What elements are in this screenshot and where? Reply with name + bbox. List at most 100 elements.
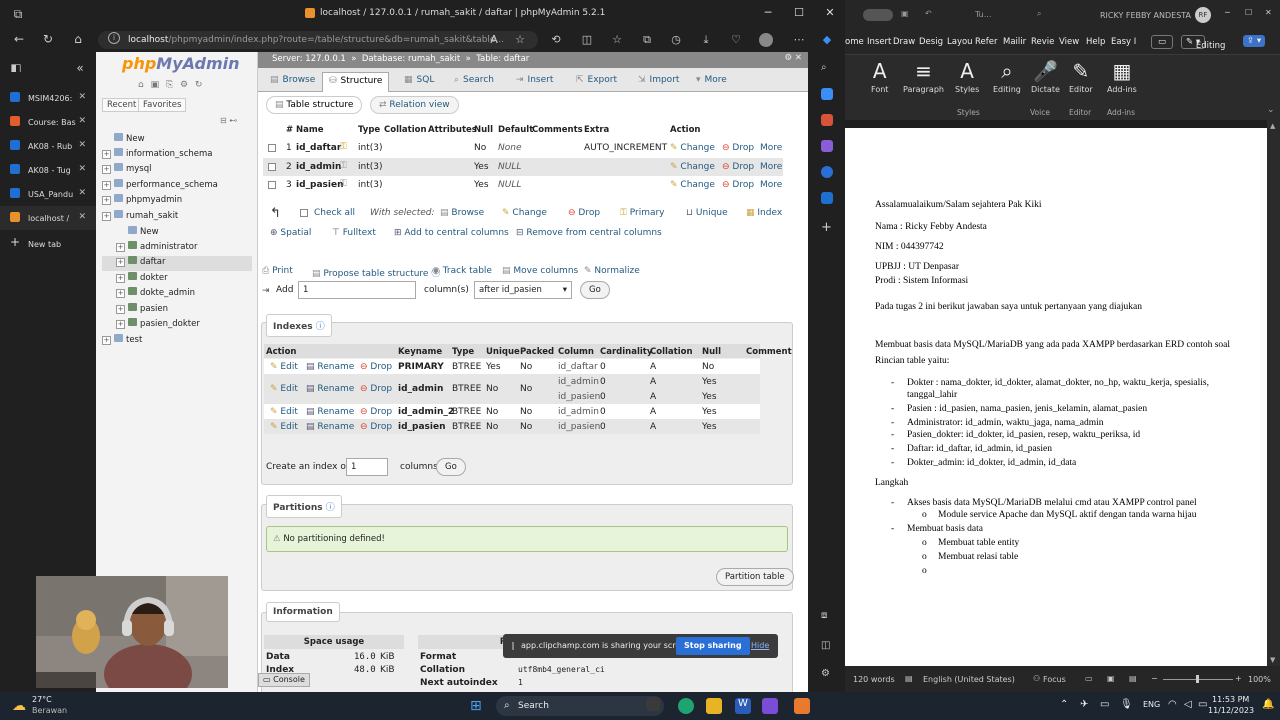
extensions-icon[interactable]: ⟲ [549, 33, 563, 47]
expand-icon[interactable]: + [116, 320, 125, 329]
menu-6[interactable]: Mailir [1003, 37, 1026, 47]
weather-icon[interactable]: ☁ [12, 698, 26, 714]
microphone-icon[interactable]: 🎙 [1120, 699, 1133, 710]
clock-time[interactable]: 11:53 PM [1212, 695, 1249, 704]
add-columns-count[interactable]: 1 [298, 281, 416, 299]
browser-tab[interactable]: Course: Bas ✕ [0, 110, 96, 134]
tray-network-icon[interactable]: ▭ [1100, 699, 1109, 710]
settings-gear-icon[interactable]: ⚙ ✕ [785, 53, 802, 63]
close-tab-icon[interactable]: ✕ [78, 116, 86, 126]
tree-item-information-schema[interactable]: + information_schema [102, 147, 252, 163]
history-icon[interactable]: ◷ [669, 33, 683, 47]
bulk-action-2[interactable]: ⊖ Drop [568, 208, 600, 218]
task-view-icon[interactable] [646, 697, 660, 711]
favorites-icon[interactable]: ☆ [610, 33, 624, 47]
edge-taskbar-icon[interactable] [678, 698, 694, 714]
bulk-action-5[interactable]: ▦ Index [746, 208, 782, 218]
tab-search[interactable]: ⌕ Search [448, 72, 500, 92]
expand-icon[interactable]: + [116, 304, 125, 314]
expand-icon[interactable]: + [102, 165, 111, 174]
menu-8[interactable]: View [1059, 37, 1079, 47]
close-tab-icon[interactable]: ✕ [78, 212, 86, 222]
refresh-icon[interactable]: ↻ [40, 32, 56, 46]
nav-tab-favorites[interactable]: Favorites [138, 98, 187, 112]
notifications-icon[interactable]: 🔔 [1262, 699, 1274, 710]
rename-index-link[interactable]: ▤ Rename [306, 422, 354, 432]
help-icon[interactable]: ⓘ [316, 322, 325, 332]
pma-logo[interactable]: phpMyAdmin [122, 54, 240, 73]
expand-icon[interactable] [116, 225, 125, 234]
add-sidebar-icon[interactable]: + [821, 220, 833, 235]
menu-0[interactable]: ome [845, 37, 864, 47]
screenshot-icon[interactable]: ⧈ [821, 610, 833, 622]
taskbar-search[interactable]: ⌕ Search [496, 696, 664, 716]
edit-index-link[interactable]: ✎ Edit [270, 362, 298, 372]
ribbon-font[interactable]: A Font [871, 59, 888, 94]
collapse-all-icon[interactable]: ⊟ ⊷ [220, 116, 237, 125]
close-tab-icon[interactable]: ✕ [78, 188, 86, 198]
help-icon[interactable]: ⓘ [326, 503, 335, 513]
bulk-action-3[interactable]: ⚿ Primary [620, 208, 665, 218]
menu-10[interactable]: Easy I [1111, 37, 1136, 47]
maximize-icon[interactable]: ☐ [789, 6, 809, 19]
save-icon[interactable]: ▣ [901, 9, 909, 18]
tree-item-performance-schema[interactable]: + performance_schema [102, 178, 252, 194]
more-link[interactable]: More [760, 180, 782, 190]
back-icon[interactable]: ← [11, 32, 27, 46]
doc-title-hint[interactable]: Tu... [975, 10, 991, 19]
tab-structure[interactable]: ⛁ Structure [322, 72, 390, 92]
account-name[interactable]: RICKY FEBBY ANDESTA [1100, 11, 1191, 20]
edit-index-link[interactable]: ✎ Edit [270, 384, 298, 394]
minimize-icon[interactable]: ─ [1225, 8, 1230, 17]
stop-sharing-button[interactable]: Stop sharing [676, 637, 750, 655]
tab-export[interactable]: ⇱ Export [570, 72, 623, 92]
workspace-icon[interactable]: ⧉ [10, 7, 26, 22]
copilot-icon[interactable]: ◆ [820, 33, 834, 47]
tab-actions-icon[interactable]: ◧ [8, 61, 24, 72]
close-icon[interactable]: ✕ [820, 6, 840, 19]
tool-1[interactable]: ▤ Propose table structure ⓘ [312, 266, 440, 279]
edit-index-link[interactable]: ✎ Edit [270, 422, 298, 432]
bulk-action-8[interactable]: ⊞ Add to central columns [394, 228, 509, 238]
menu-1[interactable]: Insert [867, 37, 891, 47]
maximize-icon[interactable]: ☐ [1245, 8, 1252, 17]
xampp-icon[interactable] [794, 698, 810, 714]
word-taskbar-icon[interactable]: W [735, 698, 751, 714]
volume-icon[interactable]: ◁ [1184, 699, 1192, 710]
expand-icon[interactable]: + [102, 335, 111, 345]
weather-desc[interactable]: Berawan [32, 706, 67, 715]
word-count[interactable]: 120 words [853, 675, 895, 684]
language-status[interactable]: English (United States) [923, 675, 1015, 684]
ribbon-editor[interactable]: ✎ Editor [1069, 59, 1093, 94]
rename-index-link[interactable]: ▤ Rename [306, 362, 354, 372]
tab-browse[interactable]: ▤ Browse [264, 72, 321, 92]
ribbon-add-ins[interactable]: ▦ Add-ins [1107, 59, 1137, 94]
collapse-tabs-icon[interactable]: « [72, 61, 88, 72]
zoom-out-icon[interactable]: − [1151, 674, 1158, 683]
bc-server[interactable]: Server: 127.0.0.1 [272, 54, 346, 64]
close-tab-icon[interactable]: ✕ [78, 92, 86, 102]
ribbon-styles[interactable]: A Styles [955, 59, 979, 94]
menu-9[interactable]: Help [1086, 37, 1105, 47]
add-position-select[interactable]: after id_pasien ▾ [474, 281, 572, 299]
tab-more[interactable]: ▾ More [690, 72, 733, 92]
accessibility-icon[interactable]: ⚇ [1033, 674, 1040, 683]
tree-item-New[interactable]: New [102, 225, 252, 240]
tool-0[interactable]: ⎙ Print [262, 266, 293, 276]
undo-icon[interactable]: ↶ [925, 9, 932, 18]
tree-item-administrator[interactable]: + administrator [102, 240, 252, 256]
tab-sql[interactable]: ▦ SQL [398, 72, 440, 92]
tree-item-dokter[interactable]: + dokter [102, 271, 252, 287]
new-tab-button[interactable]: + New tab [0, 232, 96, 256]
menu-4[interactable]: Layou [947, 37, 973, 47]
create-index-go-button[interactable]: Go [436, 458, 466, 476]
change-link[interactable]: ✎ Change [670, 162, 715, 172]
browser-tab[interactable]: localhost / ✕ [0, 206, 96, 230]
tree-item-mysql[interactable]: + mysql [102, 163, 252, 178]
row-checkbox[interactable] [268, 181, 276, 189]
expand-icon[interactable]: + [116, 258, 125, 267]
read-mode-icon[interactable]: ▭ [1085, 674, 1093, 683]
row-checkbox[interactable] [268, 162, 276, 171]
tree-item-New[interactable]: New [102, 132, 252, 147]
zoom-slider-thumb[interactable] [1196, 675, 1199, 683]
